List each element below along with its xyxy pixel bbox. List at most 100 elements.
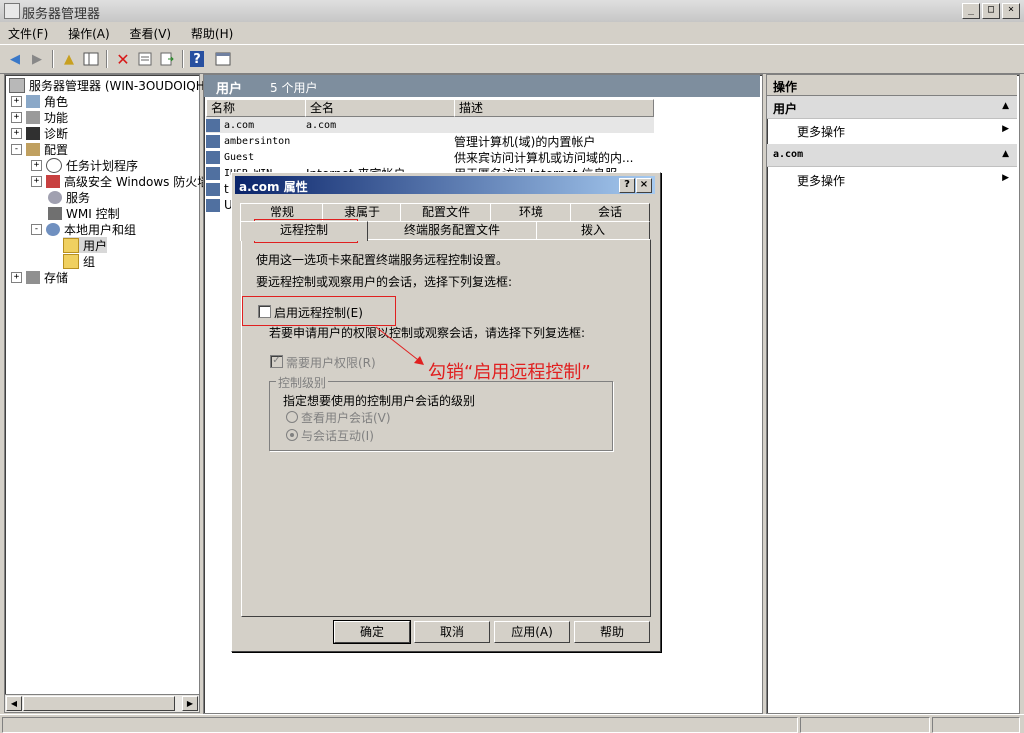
expand-icon[interactable]: + <box>31 175 42 187</box>
tab-remote-control[interactable]: 远程控制 <box>240 221 368 241</box>
apply-button[interactable]: 应用(A) <box>494 621 570 643</box>
submenu-arrow-icon: ▶ <box>1002 173 1009 183</box>
user-icon <box>206 118 220 132</box>
column-name[interactable]: 名称 <box>206 99 306 117</box>
menu-file[interactable]: 文件(F) <box>0 22 56 45</box>
tree-item-wmi[interactable]: WMI 控制 <box>48 205 120 221</box>
table-row[interactable]: Guest 供来宾访问计算机或访问域的内... <box>206 149 633 165</box>
tab-terminal-services-profile[interactable]: 终端服务配置文件 <box>366 221 538 239</box>
scroll-right-icon[interactable]: ▶ <box>182 696 198 711</box>
require-permission-checkbox[interactable]: ✓ <box>270 355 283 368</box>
column-fullname[interactable]: 全名 <box>305 99 455 117</box>
delete-icon[interactable]: ✕ <box>114 50 132 69</box>
intro-text-1: 使用这一选项卡来配置终端服务远程控制设置。 <box>256 253 509 267</box>
help-button[interactable]: 帮助 <box>574 621 650 643</box>
submenu-arrow-icon: ▶ <box>1002 124 1009 134</box>
gear-icon <box>48 190 62 204</box>
tree-item-users[interactable]: 用户 <box>63 237 108 253</box>
tab-profile[interactable]: 配置文件 <box>400 203 492 221</box>
table-row[interactable]: t <box>206 181 229 197</box>
tree-item-task-scheduler[interactable]: + 任务计划程序 <box>31 157 138 173</box>
firewall-icon <box>46 174 60 188</box>
collapse-icon[interactable]: - <box>31 223 42 235</box>
require-permission-label: 需要用户权限(R) <box>286 356 376 370</box>
column-description[interactable]: 描述 <box>454 99 654 117</box>
actions-section-acom[interactable]: a.com ▲ <box>767 144 1017 167</box>
window-title: 服务器管理器 <box>22 7 101 22</box>
tree-item-services[interactable]: 服务 <box>48 189 90 205</box>
dialog-close-button[interactable]: × <box>636 178 652 193</box>
interact-session-label: 与会话互动(I) <box>301 429 374 443</box>
tree-item-storage[interactable]: + 存储 <box>11 269 68 285</box>
actions-panel: 操作 用户 ▲ 更多操作 ▶ a.com ▲ 更多操作 ▶ <box>766 74 1020 714</box>
more-actions-acom[interactable]: 更多操作 ▶ <box>767 168 1017 190</box>
tab-environment[interactable]: 环境 <box>490 203 572 221</box>
scroll-thumb[interactable] <box>23 696 175 711</box>
tree-item-local-users-groups[interactable]: - 本地用户和组 <box>31 221 136 237</box>
more-actions-users[interactable]: 更多操作 ▶ <box>767 119 1017 141</box>
expand-icon[interactable]: + <box>11 127 22 139</box>
collapse-up-icon[interactable]: ▲ <box>1002 149 1009 159</box>
table-row[interactable]: a.com a.com <box>206 117 654 133</box>
users-group-icon <box>46 222 60 236</box>
menu-bar: 文件(F) 操作(A) 查看(V) 帮助(H) <box>0 22 1024 44</box>
ok-button[interactable]: 确定 <box>333 620 411 644</box>
scroll-left-icon[interactable]: ◀ <box>6 696 22 711</box>
menu-action[interactable]: 操作(A) <box>60 22 118 45</box>
collapse-icon[interactable]: - <box>11 143 22 155</box>
user-icon <box>206 182 220 196</box>
tree-item-roles[interactable]: + 角色 <box>11 93 68 109</box>
users-count: 5 个用户 <box>270 81 318 95</box>
expand-icon[interactable]: + <box>31 159 42 171</box>
tree-horizontal-scrollbar[interactable]: ◀ ▶ <box>4 694 200 713</box>
tab-dial-in[interactable]: 拨入 <box>536 221 650 239</box>
collapse-up-icon[interactable]: ▲ <box>1002 101 1009 111</box>
export-list-icon[interactable] <box>158 50 176 68</box>
view-session-radio[interactable] <box>286 411 298 423</box>
expand-icon[interactable]: + <box>11 111 22 123</box>
tree-item-groups[interactable]: 组 <box>63 253 95 269</box>
table-row[interactable]: ambersinton 管理计算机(域)的内置帐户 <box>206 133 595 149</box>
tree-item-configuration[interactable]: - 配置 <box>11 141 68 157</box>
server-manager-icon <box>4 3 20 19</box>
expand-icon[interactable]: + <box>11 271 22 283</box>
help-icon[interactable]: ? <box>190 51 204 67</box>
minimize-button[interactable]: _ <box>962 3 980 19</box>
tree-root[interactable]: 服务器管理器 (WIN-3OUDOIQH5Y <box>9 77 220 93</box>
expand-icon[interactable]: + <box>11 95 22 107</box>
clock-icon <box>46 157 62 173</box>
show-hide-tree-icon[interactable] <box>82 50 100 68</box>
cancel-button[interactable]: 取消 <box>414 621 490 643</box>
forward-arrow-icon[interactable]: ▶ <box>28 50 46 68</box>
tree-item-diagnostics[interactable]: + 诊断 <box>11 125 68 141</box>
features-icon <box>26 110 40 124</box>
tab-sessions[interactable]: 会话 <box>570 203 650 221</box>
actions-section-users[interactable]: 用户 ▲ <box>767 96 1017 119</box>
configuration-icon <box>26 142 40 156</box>
maximize-button[interactable]: □ <box>982 3 1000 19</box>
storage-icon <box>26 270 40 284</box>
view-session-label: 查看用户会话(V) <box>301 411 391 425</box>
properties-icon[interactable] <box>136 50 154 68</box>
control-level-desc: 指定想要使用的控制用户会话的级别 <box>283 394 476 408</box>
intro-text-2: 要远程控制或观察用户的会话，选择下列复选框: <box>256 275 513 289</box>
console-icon[interactable] <box>214 50 232 68</box>
folder-icon <box>63 253 79 269</box>
annotation-text: 勾销“启用远程控制” <box>428 362 591 383</box>
dialog-help-button[interactable]: ? <box>619 178 635 193</box>
back-arrow-icon[interactable]: ◀ <box>6 50 24 68</box>
dialog-titlebar: a.com 属性 ? × <box>235 176 655 194</box>
folder-icon <box>63 237 79 253</box>
server-icon <box>9 77 25 93</box>
user-icon <box>206 198 220 212</box>
menu-help[interactable]: 帮助(H) <box>183 22 241 45</box>
up-folder-icon[interactable]: ▲ <box>60 50 78 68</box>
table-row[interactable]: U <box>206 197 233 213</box>
close-button[interactable]: × <box>1002 3 1020 19</box>
tree-item-firewall[interactable]: + 高级安全 Windows 防火墙 <box>31 173 209 189</box>
interact-session-radio[interactable] <box>286 429 298 441</box>
users-header: 用户 5 个用户 <box>204 75 760 97</box>
enable-checkbox-highlight <box>242 296 396 326</box>
menu-view[interactable]: 查看(V) <box>122 22 180 45</box>
tree-item-features[interactable]: + 功能 <box>11 109 68 125</box>
